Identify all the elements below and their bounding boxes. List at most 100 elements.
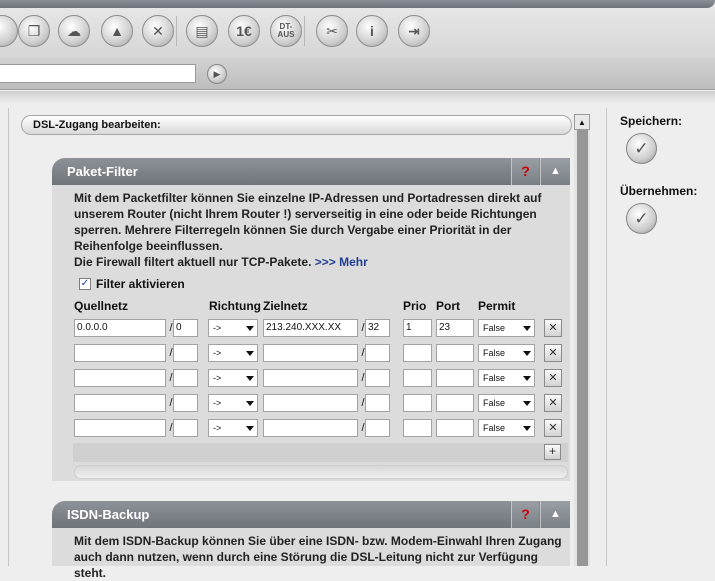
source-mask-input[interactable]: [173, 419, 198, 437]
apply-label: Übernehmen:: [620, 184, 698, 198]
add-rule-button[interactable]: +: [544, 444, 561, 460]
page-title: DSL-Zugang bearbeiten:: [21, 115, 572, 135]
delete-rule-button[interactable]: ✕: [544, 369, 562, 387]
toolbar-separator: [304, 16, 305, 46]
port-input[interactable]: [436, 369, 474, 387]
column-header-zielnetz: Zielnetz: [263, 299, 308, 313]
tools-icon[interactable]: ✂: [316, 15, 348, 47]
toolbar-button-glyph: ▤: [195, 23, 209, 39]
chevron-down-icon: [246, 326, 254, 331]
toolbar-button-glyph: ✂: [326, 23, 338, 39]
network-icon[interactable]: ☁: [58, 15, 90, 47]
collapse-icon[interactable]: ▲: [540, 501, 570, 528]
prio-input[interactable]: [403, 344, 432, 362]
chevron-down-icon: [523, 426, 531, 431]
permit-select[interactable]: False: [478, 419, 535, 437]
source-network-input[interactable]: [74, 394, 166, 412]
direction-select[interactable]: ->: [208, 369, 258, 387]
logout-icon[interactable]: ⇥: [398, 15, 430, 47]
port-input[interactable]: [436, 419, 474, 437]
toolbar-separator: [176, 16, 177, 46]
pyramid-icon[interactable]: ▲: [101, 15, 133, 47]
scroll-thumb[interactable]: [577, 130, 588, 566]
target-mask-input[interactable]: [365, 419, 390, 437]
source-network-input[interactable]: [74, 419, 166, 437]
chevron-down-icon: [246, 376, 254, 381]
prio-input[interactable]: [403, 369, 432, 387]
isdn-backup-description: Mit dem ISDN-Backup können Sie über eine…: [74, 534, 562, 580]
direction-select[interactable]: ->: [208, 319, 258, 337]
permit-select[interactable]: False: [478, 394, 535, 412]
save-button[interactable]: ✓: [626, 133, 657, 164]
permit-select[interactable]: False: [478, 369, 535, 387]
chevron-down-icon: [523, 401, 531, 406]
permit-select[interactable]: False: [478, 319, 535, 337]
target-network-input[interactable]: [263, 419, 358, 437]
delete-rule-button[interactable]: ✕: [544, 319, 562, 337]
info-icon[interactable]: i: [356, 15, 388, 47]
go-arrow-icon[interactable]: ▶: [207, 64, 227, 84]
permit-select[interactable]: False: [478, 344, 535, 362]
delete-rule-button[interactable]: ✕: [544, 394, 562, 412]
port-input[interactable]: 23: [436, 319, 474, 337]
toolbar-button-glyph: ❒: [27, 23, 41, 39]
target-network-input[interactable]: [263, 394, 358, 412]
source-mask-input[interactable]: 0: [173, 319, 198, 337]
invoice-icon[interactable]: 1€: [228, 15, 260, 47]
toolbar-button-glyph: DT- AUS: [277, 22, 295, 39]
column-header-richtung: Richtung: [209, 299, 261, 313]
collapse-icon[interactable]: ▲: [540, 158, 570, 185]
chevron-down-icon: [246, 426, 254, 431]
help-icon[interactable]: ?: [511, 501, 539, 528]
port-input[interactable]: [436, 394, 474, 412]
target-mask-input[interactable]: [365, 394, 390, 412]
help-icon[interactable]: ?: [511, 158, 539, 185]
apply-button[interactable]: ✓: [626, 203, 657, 234]
source-network-input[interactable]: [74, 344, 166, 362]
section-header-isdn-backup: ISDN-Backup ? ▲: [52, 501, 570, 528]
port-input[interactable]: [436, 344, 474, 362]
column-header-quellnetz: Quellnetz: [74, 299, 129, 313]
document-icon[interactable]: ▤: [186, 15, 218, 47]
dsl-tools-icon[interactable]: ✕: [142, 15, 174, 47]
direction-select[interactable]: ->: [208, 344, 258, 362]
target-network-input[interactable]: [263, 344, 358, 362]
column-header-permit: Permit: [478, 299, 516, 313]
source-mask-input[interactable]: [173, 369, 198, 387]
dt-aus-icon[interactable]: DT- AUS: [270, 15, 302, 47]
filter-label: Filter aktivieren: [96, 277, 185, 291]
direction-select[interactable]: ->: [208, 394, 258, 412]
delete-rule-button[interactable]: ✕: [544, 419, 562, 437]
toolbar-button-glyph: 1€: [236, 23, 252, 39]
toolbar-button-glyph: ⇥: [408, 23, 420, 39]
box-icon[interactable]: ❒: [18, 15, 50, 47]
chevron-down-icon: [523, 326, 531, 331]
source-mask-input[interactable]: [173, 344, 198, 362]
more-link[interactable]: >>> Mehr: [315, 255, 368, 269]
target-mask-input[interactable]: [365, 369, 390, 387]
toolbar-button-glyph: ☁: [67, 23, 81, 39]
filter-checkbox[interactable]: ✓: [79, 278, 91, 290]
target-network-input[interactable]: 213.240.XXX.XX: [263, 319, 358, 337]
source-mask-input[interactable]: [173, 394, 198, 412]
target-mask-input[interactable]: 32: [365, 319, 390, 337]
delete-rule-button[interactable]: ✕: [544, 344, 562, 362]
toolbar-button-glyph: ▲: [110, 23, 124, 39]
chevron-down-icon: [246, 401, 254, 406]
source-network-input[interactable]: [74, 369, 166, 387]
target-mask-input[interactable]: [365, 344, 390, 362]
paket-filter-description: Mit dem Packetfilter können Sie einzelne…: [74, 190, 566, 270]
prio-input[interactable]: 1: [403, 319, 432, 337]
column-header-port: Port: [436, 299, 460, 313]
prio-input[interactable]: [403, 419, 432, 437]
scrollbar[interactable]: ▲: [574, 114, 590, 566]
direction-select[interactable]: ->: [208, 419, 258, 437]
section-footer: [74, 465, 568, 479]
prio-input[interactable]: [403, 394, 432, 412]
address-input[interactable]: [0, 64, 196, 83]
source-network-input[interactable]: 0.0.0.0: [74, 319, 166, 337]
divider: [606, 108, 607, 566]
scroll-up-icon[interactable]: ▲: [574, 114, 590, 130]
chevron-down-icon: [523, 376, 531, 381]
target-network-input[interactable]: [263, 369, 358, 387]
